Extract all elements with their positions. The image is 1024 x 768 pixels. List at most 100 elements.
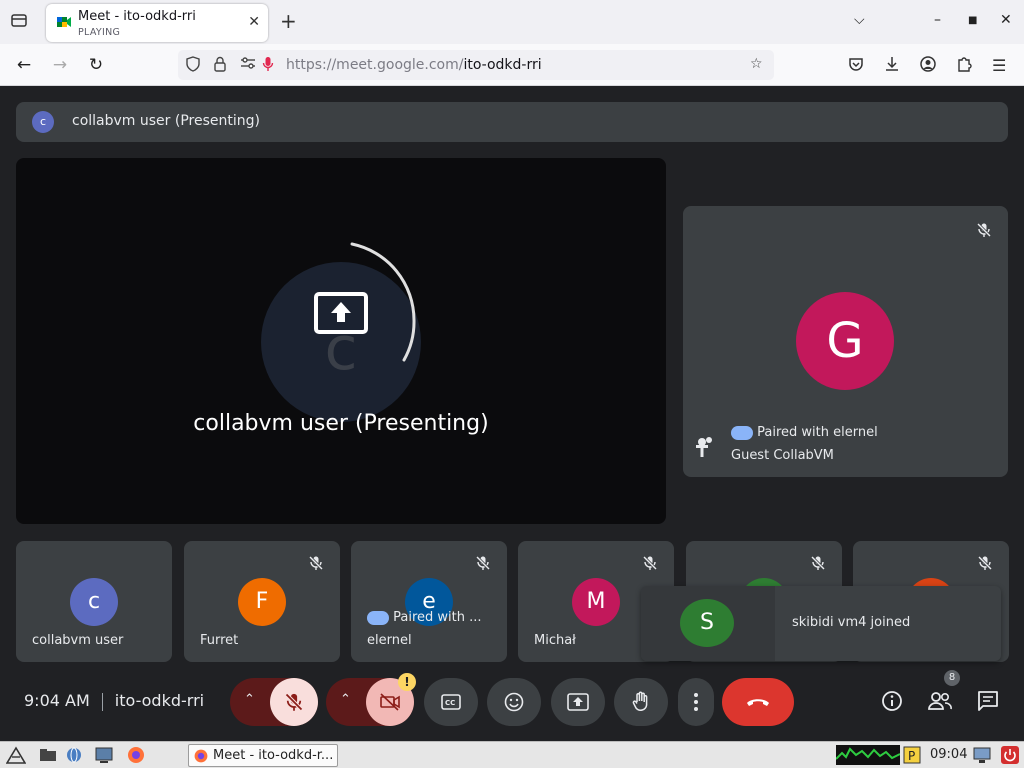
mic-off-icon [976, 222, 992, 242]
audio-options-chevron-icon[interactable]: ⌃ [244, 692, 255, 707]
participant-tile[interactable]: c collabvm user [16, 541, 172, 662]
link-icon [731, 425, 753, 440]
browser-nav-bar: ← → ↻ https://meet.google.com/ito-odkd-r… [0, 44, 1024, 86]
participant-name: Michał [534, 633, 576, 648]
participant-tile[interactable]: F Furret [184, 541, 340, 662]
url-bar[interactable]: https://meet.google.com/ito-odkd-rri ☆ [178, 50, 774, 80]
mic-off-icon [977, 555, 993, 575]
show-desktop-icon[interactable] [94, 746, 114, 764]
tab-close-icon[interactable]: ✕ [248, 14, 260, 30]
camera-off-icon [380, 693, 400, 711]
url-text: https://meet.google.com/ito-odkd-rri [286, 57, 542, 73]
tab-list-icon[interactable] [8, 12, 30, 32]
paired-text: Paired with ... [393, 610, 482, 625]
permissions-icon[interactable] [240, 56, 256, 74]
svg-text:CC: CC [445, 699, 455, 707]
link-icon [367, 610, 389, 625]
tab-overflow-chevron-icon[interactable]: ⌵ [854, 12, 865, 28]
more-options-button[interactable] [678, 678, 714, 726]
presenting-label: collabvm user (Presenting) [193, 411, 489, 436]
microphone-active-icon[interactable] [262, 56, 274, 76]
meeting-time: 9:04 AM [24, 691, 90, 710]
mic-off-icon [810, 555, 826, 575]
minimize-icon[interactable]: – [934, 12, 941, 28]
participant-avatar: M [572, 578, 620, 626]
close-window-icon[interactable]: ✕ [1000, 12, 1012, 28]
taskbar-clock: 09:04 [930, 747, 968, 762]
mic-off-icon [475, 555, 491, 575]
present-screen-button[interactable] [551, 678, 605, 726]
participant-avatar: c [70, 578, 118, 626]
browser-tab-meet[interactable]: Meet - ito-odkd-rri PLAYING ✕ [46, 4, 268, 42]
file-manager-icon[interactable] [38, 746, 58, 764]
captions-icon: CC [441, 694, 461, 710]
lock-icon[interactable] [214, 56, 226, 76]
account-icon[interactable] [920, 56, 936, 76]
people-count-badge: 8 [944, 670, 960, 686]
video-options-chevron-icon[interactable]: ⌃ [340, 692, 351, 707]
new-tab-icon[interactable]: + [280, 9, 297, 33]
keyboard-layout-icon[interactable]: P [902, 746, 922, 764]
meet-favicon-icon [57, 17, 71, 27]
join-notification[interactable]: S skibidi vm4 joined [641, 586, 1001, 661]
participant-name: elernel [367, 633, 412, 648]
participant-tile-guest[interactable]: G Paired with elernel Guest CollabVM [683, 206, 1008, 477]
forward-icon[interactable]: → [49, 54, 71, 76]
menu-icon[interactable]: ☰ [992, 56, 1006, 75]
firefox-icon [194, 749, 208, 763]
mic-off-icon [642, 555, 658, 575]
network-browser-icon[interactable] [64, 746, 84, 764]
tab-title: Meet - ito-odkd-rri [78, 9, 196, 24]
mic-control-group: ⌃ [230, 678, 318, 726]
firefox-launcher-icon[interactable] [126, 746, 146, 764]
mic-toggle-button[interactable] [270, 678, 318, 726]
leave-call-button[interactable] [722, 678, 794, 726]
pin-icon[interactable] [695, 436, 713, 462]
divider [101, 692, 103, 711]
camera-warning-icon[interactable]: ! [398, 673, 416, 691]
paired-status: Paired with ... [367, 610, 482, 625]
reload-icon[interactable]: ↻ [85, 54, 107, 76]
more-vert-icon [694, 693, 698, 711]
maximize-icon[interactable]: ■ [968, 15, 977, 26]
raise-hand-button[interactable] [614, 678, 668, 726]
paired-text: Paired with elernel [757, 425, 878, 440]
participant-name: collabvm user [32, 633, 124, 648]
participant-avatar: F [238, 578, 286, 626]
screen-share-icon [314, 292, 368, 334]
power-icon[interactable] [1000, 746, 1020, 764]
screen-icon[interactable] [972, 746, 992, 764]
chat-icon[interactable] [977, 690, 999, 716]
presenting-banner[interactable]: c collabvm user (Presenting) [16, 102, 1008, 142]
taskbar-window-firefox[interactable]: Meet - ito-odkd-r... [188, 744, 338, 767]
downloads-icon[interactable] [884, 56, 900, 76]
mic-off-icon [308, 555, 324, 575]
reactions-button[interactable] [487, 678, 541, 726]
joined-participant-avatar: S [680, 599, 734, 647]
presentation-tile[interactable]: c collabvm user (Presenting) [16, 158, 666, 524]
people-icon[interactable] [927, 690, 953, 716]
bookmark-star-icon[interactable]: ☆ [750, 56, 763, 72]
meeting-details-icon[interactable] [881, 690, 903, 716]
join-message: skibidi vm4 joined [792, 615, 911, 630]
shield-icon[interactable] [186, 56, 200, 76]
cpu-monitor-icon [836, 745, 900, 765]
extensions-icon[interactable] [956, 56, 972, 76]
pocket-icon[interactable] [848, 56, 864, 76]
tab-playing-status: PLAYING [78, 27, 121, 38]
captions-button[interactable]: CC [424, 678, 478, 726]
present-icon [567, 693, 589, 711]
hand-icon [632, 691, 648, 711]
back-icon[interactable]: ← [13, 54, 35, 76]
meeting-info: 9:04 AM ito-odkd-rri [24, 691, 204, 711]
start-menu-icon[interactable] [6, 746, 26, 764]
participant-name: Furret [200, 633, 239, 648]
taskbar-window-title: Meet - ito-odkd-r... [213, 748, 334, 763]
presenter-avatar: c [32, 111, 54, 133]
hang-up-icon [747, 699, 769, 706]
emoji-icon [504, 692, 524, 712]
participant-tile[interactable]: e Paired with ... elernel [351, 541, 507, 662]
svg-text:P: P [908, 749, 915, 763]
guest-avatar: G [796, 292, 894, 390]
url-path: ito-odkd-rri [463, 57, 542, 73]
